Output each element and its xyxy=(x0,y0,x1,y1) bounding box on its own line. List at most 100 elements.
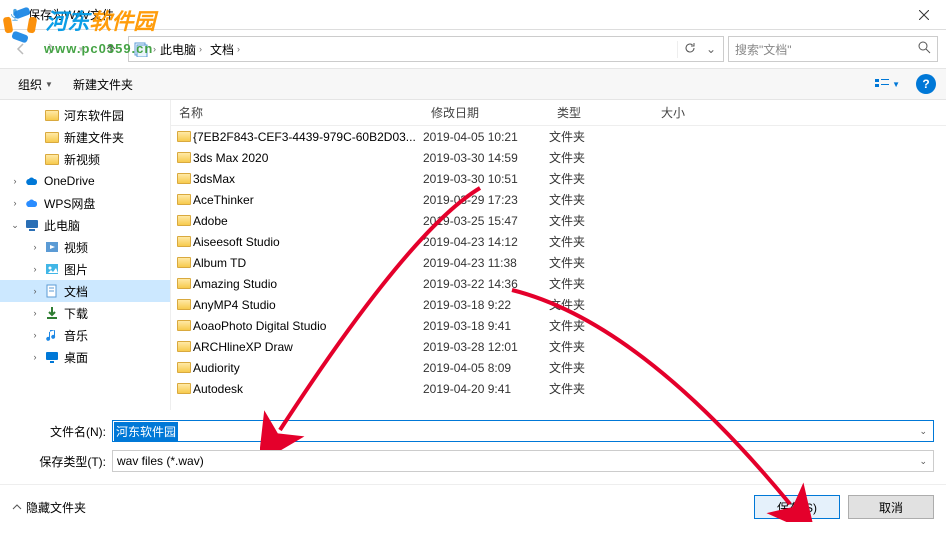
file-name: {7EB2F843-CEF3-4439-979C-60B2D03... xyxy=(193,130,423,144)
recent-button[interactable]: ▾ xyxy=(68,36,94,62)
column-headers: 名称 修改日期 类型 大小 xyxy=(171,100,946,126)
breadcrumb-dropdown[interactable]: ⌄ xyxy=(703,42,719,56)
tree-item[interactable]: 河东软件园 xyxy=(0,104,170,126)
file-date: 2019-03-22 14:36 xyxy=(423,277,549,291)
expand-icon[interactable]: › xyxy=(10,198,20,208)
breadcrumb[interactable]: › 此电脑› 文档› ⌄ xyxy=(128,36,724,62)
file-date: 2019-04-23 11:38 xyxy=(423,256,549,270)
search-input[interactable]: 搜索"文档" xyxy=(728,36,938,62)
wps-icon xyxy=(24,195,40,211)
tree-item[interactable]: › 下载 xyxy=(0,302,170,324)
table-row[interactable]: Audiority2019-04-05 8:09文件夹 xyxy=(171,357,946,378)
file-date: 2019-03-30 14:59 xyxy=(423,151,549,165)
folder-icon xyxy=(171,257,193,268)
folder-icon xyxy=(171,320,193,331)
folder-icon xyxy=(171,299,193,310)
view-button[interactable]: ▼ xyxy=(868,74,906,94)
file-name: 3dsMax xyxy=(193,172,423,186)
filename-input[interactable]: 河东软件园 ⌄ xyxy=(112,420,934,442)
help-button[interactable]: ? xyxy=(916,74,936,94)
expand-icon[interactable]: › xyxy=(30,308,40,318)
bottom-panel: 文件名(N): 河东软件园 ⌄ 保存类型(T): wav files (*.wa… xyxy=(0,410,946,484)
new-folder-button[interactable]: 新建文件夹 xyxy=(65,73,141,96)
expand-icon[interactable]: › xyxy=(30,352,40,362)
table-row[interactable]: AceThinker2019-03-29 17:23文件夹 xyxy=(171,189,946,210)
folder-icon xyxy=(171,131,193,142)
breadcrumb-item[interactable]: 文档› xyxy=(206,41,244,58)
body: 河东软件园新建文件夹新视频›OneDrive›WPS网盘⌄此电脑›视频›图片›文… xyxy=(0,100,946,410)
breadcrumb-item[interactable]: 此电脑› xyxy=(156,41,206,58)
folder-icon xyxy=(171,236,193,247)
cancel-button[interactable]: 取消 xyxy=(848,495,934,519)
file-type: 文件夹 xyxy=(549,233,653,250)
forward-button[interactable] xyxy=(38,36,64,62)
back-button[interactable] xyxy=(8,36,34,62)
tree-item[interactable]: › 视频 xyxy=(0,236,170,258)
tree-item-label: 下载 xyxy=(64,305,88,322)
col-type[interactable]: 类型 xyxy=(549,104,653,121)
table-row[interactable]: Album TD2019-04-23 11:38文件夹 xyxy=(171,252,946,273)
expand-icon[interactable]: ⌄ xyxy=(10,220,20,231)
tree-item[interactable]: › 图片 xyxy=(0,258,170,280)
table-row[interactable]: 3ds Max 20202019-03-30 14:59文件夹 xyxy=(171,147,946,168)
file-type: 文件夹 xyxy=(549,254,653,271)
close-icon xyxy=(919,10,929,20)
organize-button[interactable]: 组织▼ xyxy=(10,73,61,96)
tree-item[interactable]: ›文档 xyxy=(0,280,170,302)
tree-item[interactable]: ›桌面 xyxy=(0,346,170,368)
col-date[interactable]: 修改日期 xyxy=(423,104,549,121)
tree-item-label: 新建文件夹 xyxy=(64,129,124,146)
col-name[interactable]: 名称 xyxy=(171,104,423,121)
file-type: 文件夹 xyxy=(549,191,653,208)
file-name: Autodesk xyxy=(193,382,423,396)
folder-icon xyxy=(44,107,60,123)
file-name: Adobe xyxy=(193,214,423,228)
search-icon xyxy=(918,41,931,57)
up-button[interactable] xyxy=(98,36,124,62)
file-name: Audiority xyxy=(193,361,423,375)
arrow-right-icon xyxy=(43,41,59,57)
video-icon xyxy=(44,239,60,255)
save-button[interactable]: 保存(S) xyxy=(754,495,840,519)
table-row[interactable]: {7EB2F843-CEF3-4439-979C-60B2D03...2019-… xyxy=(171,126,946,147)
expand-icon[interactable]: › xyxy=(30,264,40,274)
folder-tree[interactable]: 河东软件园新建文件夹新视频 › OneDrive ›WPS网盘 ⌄ 此电脑 › 视频 › 图片 ›文… xyxy=(0,100,170,410)
tree-item[interactable]: ⌄ 此电脑 xyxy=(0,214,170,236)
table-row[interactable]: AnyMP4 Studio2019-03-18 9:22文件夹 xyxy=(171,294,946,315)
tree-item-label: 此电脑 xyxy=(44,217,80,234)
expand-icon[interactable]: › xyxy=(30,242,40,252)
refresh-button[interactable] xyxy=(677,41,701,58)
table-row[interactable]: 3dsMax2019-03-30 10:51文件夹 xyxy=(171,168,946,189)
expand-icon[interactable]: › xyxy=(10,176,20,186)
filetype-combo[interactable]: wav files (*.wav) ⌄ xyxy=(112,450,934,472)
file-type: 文件夹 xyxy=(549,128,653,145)
table-row[interactable]: Aiseesoft Studio2019-04-23 14:12文件夹 xyxy=(171,231,946,252)
tree-item-label: OneDrive xyxy=(44,174,95,188)
table-row[interactable]: ARCHlineXP Draw2019-03-28 12:01文件夹 xyxy=(171,336,946,357)
file-type: 文件夹 xyxy=(549,275,653,292)
tree-item-label: 视频 xyxy=(64,239,88,256)
col-size[interactable]: 大小 xyxy=(653,104,733,121)
tree-item[interactable]: 新建文件夹 xyxy=(0,126,170,148)
tree-item[interactable]: › OneDrive xyxy=(0,170,170,192)
tree-item-label: 音乐 xyxy=(64,327,88,344)
tree-item-label: 河东软件园 xyxy=(64,107,124,124)
tree-item[interactable]: › 音乐 xyxy=(0,324,170,346)
file-date: 2019-03-29 17:23 xyxy=(423,193,549,207)
close-button[interactable] xyxy=(901,0,946,30)
folder-icon xyxy=(171,173,193,184)
file-name: Album TD xyxy=(193,256,423,270)
expand-icon[interactable]: › xyxy=(30,330,40,340)
file-date: 2019-04-05 10:21 xyxy=(423,130,549,144)
folder-icon xyxy=(44,151,60,167)
tree-item-label: 图片 xyxy=(64,261,88,278)
tree-item[interactable]: ›WPS网盘 xyxy=(0,192,170,214)
tree-item[interactable]: 新视频 xyxy=(0,148,170,170)
table-row[interactable]: Amazing Studio2019-03-22 14:36文件夹 xyxy=(171,273,946,294)
hide-folders-button[interactable]: 隐藏文件夹 xyxy=(12,499,86,516)
table-row[interactable]: Autodesk2019-04-20 9:41文件夹 xyxy=(171,378,946,399)
chevron-down-icon[interactable]: ⌄ xyxy=(919,426,927,437)
expand-icon[interactable]: › xyxy=(30,286,40,296)
table-row[interactable]: Adobe2019-03-25 15:47文件夹 xyxy=(171,210,946,231)
table-row[interactable]: AoaoPhoto Digital Studio2019-03-18 9:41文… xyxy=(171,315,946,336)
